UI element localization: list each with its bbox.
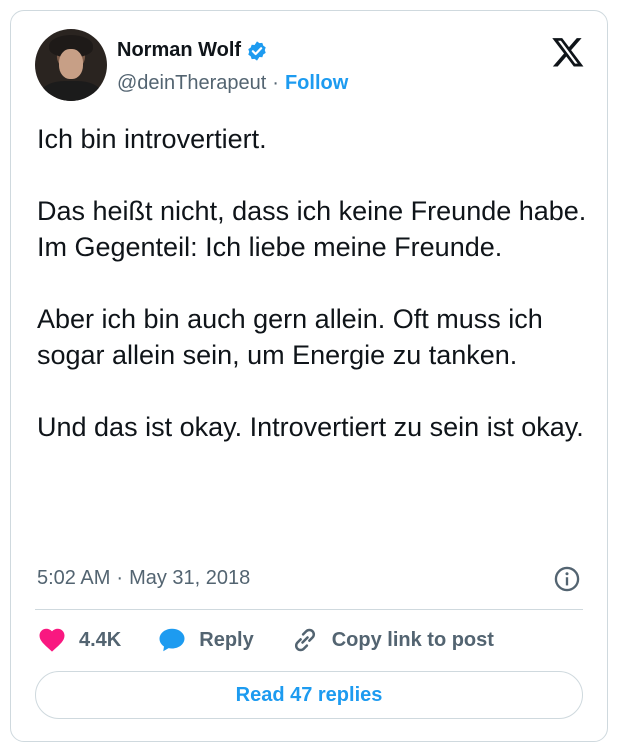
link-icon bbox=[294, 628, 315, 652]
divider bbox=[35, 609, 583, 610]
verified-badge-icon bbox=[248, 40, 266, 61]
tweet-text: Ich bin introvertiert. Das heißt nicht, … bbox=[37, 124, 587, 442]
copy-link-label: Copy link to post bbox=[331, 628, 494, 651]
read-replies-button[interactable]: Read 47 replies bbox=[35, 671, 583, 719]
author-name[interactable]: Norman Wolf bbox=[117, 39, 241, 62]
reply-bubble-icon bbox=[159, 628, 185, 652]
follow-link[interactable]: Follow bbox=[285, 72, 348, 95]
like-count: 4.4K bbox=[79, 628, 122, 651]
x-logo-icon[interactable] bbox=[551, 35, 585, 69]
copy-link-button[interactable]: Copy link to post bbox=[290, 625, 494, 655]
timestamp-separator: · bbox=[116, 567, 124, 589]
author-handle-row: @deinTherapeut · Follow bbox=[117, 72, 348, 95]
info-icon[interactable] bbox=[553, 565, 581, 593]
heart-icon bbox=[39, 628, 65, 652]
like-button[interactable]: 4.4K bbox=[37, 625, 121, 655]
reply-button[interactable]: Reply bbox=[157, 625, 254, 655]
tweet-date: May 31, 2018 bbox=[129, 567, 251, 589]
tweet-card: Norman Wolf @deinTherapeut · Follow Ich … bbox=[10, 10, 608, 742]
tweet-timestamp[interactable]: 5:02 AM · May 31, 2018 bbox=[37, 567, 250, 590]
action-bar: 4.4K Reply Copy link to post bbox=[37, 623, 530, 657]
author-handle[interactable]: @deinTherapeut bbox=[117, 72, 266, 95]
avatar[interactable] bbox=[35, 29, 107, 101]
handle-separator: · bbox=[272, 72, 279, 94]
author-name-row: Norman Wolf bbox=[117, 39, 268, 62]
reply-label: Reply bbox=[199, 628, 254, 651]
tweet-time: 5:02 AM bbox=[37, 567, 111, 589]
